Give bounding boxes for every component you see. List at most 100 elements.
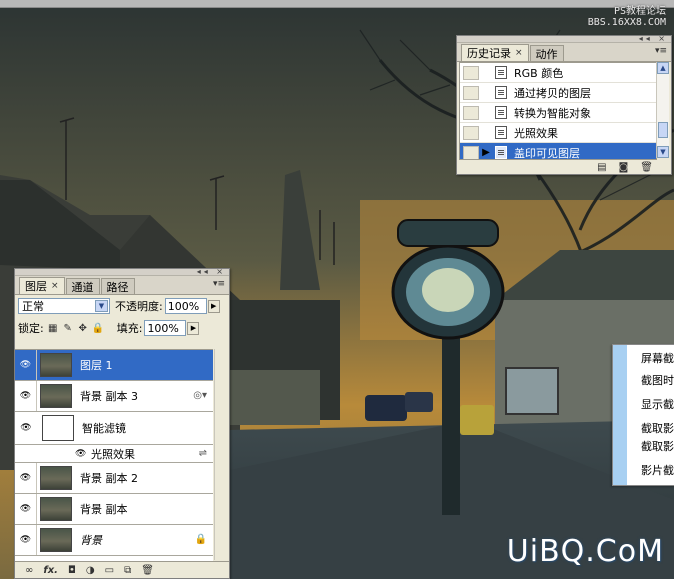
visibility-eye-icon[interactable]: 👁	[15, 494, 37, 524]
history-item[interactable]: 通过拷贝的图层	[460, 83, 656, 103]
visibility-eye-icon[interactable]: 👁	[15, 350, 37, 380]
delete-layer-icon[interactable]: 🗑	[141, 565, 154, 576]
filter-options-icon[interactable]: ⇌	[199, 448, 207, 459]
tab-channels-label: 通道	[71, 280, 94, 294]
history-panel-tabs: 历史记录 × 动作 ▾≡	[457, 43, 671, 62]
panel-window-buttons[interactable]: ◂◂ ×	[197, 267, 226, 276]
menu-item[interactable]: 屏幕截	[641, 350, 674, 367]
filter-eye-icon[interactable]: 👁	[75, 449, 89, 459]
history-list: RGB 颜色 通过拷贝的图层 转换为智能对象 光照效果 ▶ 盖印可见图层	[459, 62, 657, 160]
tab-history[interactable]: 历史记录 ×	[461, 44, 529, 61]
layer-thumbnail	[40, 353, 72, 377]
blend-mode-value: 正常	[22, 300, 44, 313]
tab-close-icon[interactable]: ×	[51, 281, 59, 291]
layer-name: 背景 副本 3	[80, 390, 138, 403]
context-menu: 屏幕截 截图时 显示截 截取影 截取影 影片截	[612, 344, 674, 486]
layer-row-selected[interactable]: 👁 图层 1	[15, 350, 213, 381]
layer-row[interactable]: 👁 背景 副本	[15, 494, 213, 525]
new-document-from-state-icon[interactable]: ▤	[597, 162, 606, 173]
tab-paths[interactable]: 路径	[100, 278, 135, 294]
menu-item[interactable]: 显示截	[641, 396, 674, 413]
scroll-thumb[interactable]	[658, 122, 668, 138]
visibility-eye-icon[interactable]: 👁	[15, 525, 37, 555]
watermark-bottom: UiBQ.CoM	[506, 534, 664, 569]
link-layers-icon[interactable]: ∞	[25, 565, 33, 576]
history-item[interactable]: 光照效果	[460, 123, 656, 143]
filter-mask-thumbnail[interactable]	[42, 415, 74, 441]
watermark-top-line-1: PS教程论坛	[613, 6, 666, 17]
tab-layers[interactable]: 图层 ×	[19, 277, 65, 294]
history-step-icon	[495, 66, 507, 79]
layer-row[interactable]: 👁 背景 副本 2	[15, 463, 213, 494]
history-item[interactable]: 转换为智能对象	[460, 103, 656, 123]
history-scrollbar[interactable]: ▲ ▼	[656, 62, 669, 158]
visibility-eye-icon[interactable]: 👁	[15, 381, 37, 411]
layer-row[interactable]: 👁 背景 副本 3 ◎▾	[15, 381, 213, 412]
opacity-input[interactable]: 100% ▶	[164, 298, 220, 314]
history-item-selected[interactable]: ▶ 盖印可见图层	[460, 143, 656, 159]
lock-pixels-icon[interactable]: ✎	[63, 323, 73, 334]
chevron-down-icon[interactable]: ▼	[95, 300, 108, 312]
new-layer-icon[interactable]: ⧉	[124, 565, 131, 576]
panel-window-buttons[interactable]: ◂◂ ×	[639, 34, 668, 43]
layer-thumbnail	[40, 528, 72, 552]
lock-position-icon[interactable]: ✥	[78, 323, 88, 334]
tab-close-icon[interactable]: ×	[515, 48, 523, 58]
smart-object-thumbnail	[40, 384, 72, 408]
smart-filters-eye-icon[interactable]: 👁	[15, 412, 37, 444]
layer-name: 图层 1	[80, 359, 113, 372]
history-snapshot-box[interactable]	[463, 65, 479, 80]
new-snapshot-icon[interactable]: ◙	[619, 162, 629, 173]
layers-toolbar: ∞ fx. ◘ ◑ ▭ ⧉ 🗑	[15, 561, 229, 578]
lock-transparency-icon[interactable]: ▦	[48, 323, 58, 334]
smart-filters-row[interactable]: 👁 智能滤镜	[15, 412, 213, 445]
tab-channels[interactable]: 通道	[65, 278, 100, 294]
fill-slider-arrow-icon[interactable]: ▶	[187, 322, 200, 335]
layer-style-button[interactable]: fx.	[43, 565, 58, 576]
watermark-top-line-2: BBS.16XX8.COM	[587, 17, 666, 28]
tab-history-label: 历史记录	[467, 47, 511, 60]
history-step-icon	[495, 106, 507, 119]
delete-state-icon[interactable]: 🗑	[640, 162, 653, 173]
filter-effect-row[interactable]: 👁 光照效果 ⇌	[15, 445, 213, 463]
layers-scrollbar[interactable]	[214, 349, 229, 560]
smart-filter-badge-icon[interactable]: ◎▾	[193, 390, 207, 401]
history-item-label: RGB 颜色	[514, 66, 564, 80]
history-item-label: 转换为智能对象	[514, 106, 591, 120]
history-panel-titlebar[interactable]: ◂◂ ×	[457, 34, 671, 43]
menu-item[interactable]: 截取影	[641, 438, 674, 455]
layer-row-background[interactable]: 👁 背景 🔒	[15, 525, 213, 556]
visibility-eye-icon[interactable]: 👁	[15, 463, 37, 493]
fill-input[interactable]: 100% ▶	[144, 320, 200, 336]
menu-item[interactable]: 截取影	[641, 420, 674, 437]
tab-actions[interactable]: 动作	[529, 45, 564, 61]
lock-icon: 🔒	[194, 534, 207, 545]
layers-panel-titlebar[interactable]: ◂◂ ×	[15, 267, 229, 276]
history-snapshot-box[interactable]	[463, 85, 479, 100]
menu-item[interactable]: 截图时	[641, 372, 674, 389]
adjustment-layer-icon[interactable]: ◑	[86, 565, 95, 576]
new-group-icon[interactable]: ▭	[105, 565, 114, 576]
history-item[interactable]: RGB 颜色	[460, 63, 656, 83]
history-snapshot-box[interactable]	[463, 125, 479, 140]
tab-paths-label: 路径	[106, 280, 129, 294]
panel-menu-icon[interactable]: ▾≡	[655, 46, 667, 56]
history-step-icon	[495, 146, 507, 159]
menu-item[interactable]: 影片截	[641, 462, 674, 479]
lock-all-icon[interactable]: 🔒	[92, 323, 104, 334]
lock-fill-row: 锁定: ▦ ✎ ✥ 🔒 填充: 100% ▶	[15, 317, 229, 339]
opacity-value: 100%	[167, 299, 200, 313]
blend-mode-select[interactable]: 正常 ▼	[18, 298, 110, 314]
scroll-down-icon[interactable]: ▼	[657, 146, 669, 158]
layer-list: 👁 图层 1 👁 背景 副本 3 ◎▾ 👁 智能滤镜 👁 光照效果 ⇌ 👁 背景…	[15, 349, 213, 561]
add-mask-icon[interactable]: ◘	[68, 565, 76, 576]
history-state-arrow-icon: ▶	[482, 147, 490, 158]
history-snapshot-box[interactable]	[463, 145, 479, 159]
opacity-slider-arrow-icon[interactable]: ▶	[207, 300, 220, 313]
fill-label: 填充:	[116, 322, 143, 335]
scroll-up-icon[interactable]: ▲	[657, 62, 669, 74]
layers-panel: ◂◂ × 图层 × 通道 路径 ▾≡ 正常 ▼ 不透明度: 100% ▶ 锁定:…	[14, 267, 230, 579]
history-snapshot-box[interactable]	[463, 105, 479, 120]
panel-menu-icon[interactable]: ▾≡	[213, 279, 225, 289]
layer-thumbnail	[40, 466, 72, 490]
